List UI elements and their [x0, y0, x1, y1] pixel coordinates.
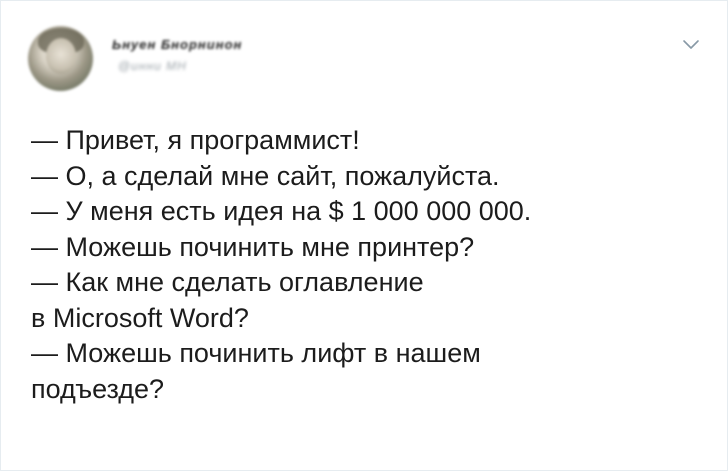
author-name[interactable]: Ьнуен Бнорнинон [112, 37, 242, 52]
avatar[interactable] [28, 26, 93, 91]
avatar-face [46, 38, 76, 74]
author-handle[interactable]: @инни МН [118, 59, 187, 73]
tweet-line: подъезде? [31, 373, 165, 404]
tweet-line: — Как мне сделать оглавление [31, 267, 424, 297]
tweet-line: — Можешь починить лифт в нашем [31, 338, 481, 368]
tweet-menu-button[interactable] [681, 37, 701, 53]
tweet-line: в Microsoft Word? [31, 302, 249, 333]
tweet-text: — Привет, я программист! — О, а сделай м… [31, 123, 711, 407]
chevron-down-icon [683, 40, 699, 49]
tweet-line: — Можешь починить мне принтер? [31, 231, 475, 262]
tweet-line: — О, а сделай мне сайт, пожалуйста. [31, 160, 500, 191]
tweet-line: — Привет, я программист! [31, 125, 360, 155]
tweet-card: Ьнуен Бнорнинон @инни МН — Привет, я про… [0, 0, 728, 471]
tweet-line: — У меня есть идея на $ 1 000 000 000. [31, 196, 532, 226]
